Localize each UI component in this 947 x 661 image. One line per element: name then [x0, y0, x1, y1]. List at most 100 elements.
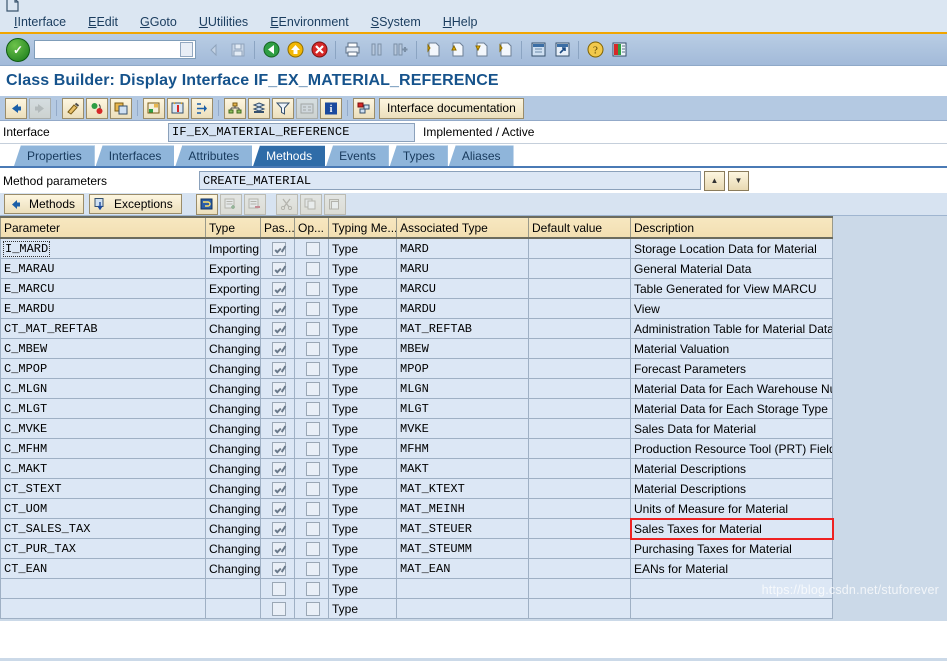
cell-typing-method[interactable]: Type [328, 258, 397, 279]
customize-layout-icon[interactable] [608, 39, 630, 60]
cell-default-value[interactable] [528, 438, 631, 459]
display-change-icon[interactable] [62, 97, 84, 119]
cell-associated-type[interactable]: MAKT [396, 458, 529, 479]
table-row[interactable]: CT_STEXT Changing Type MAT_KTEXT Material De… [0, 478, 833, 499]
cell-description[interactable]: Material Data for Each Storage Type [630, 398, 833, 419]
cell-default-value[interactable] [528, 358, 631, 379]
column-header-associated-type[interactable]: Associated Type [396, 216, 529, 239]
cell-description[interactable]: Administration Table for Material Data [630, 318, 833, 339]
cell-associated-type[interactable]: MARCU [396, 278, 529, 299]
cell-typing-method[interactable]: Type [328, 237, 397, 259]
cell-parameter[interactable]: C_MBEW [0, 338, 206, 359]
cell-parameter[interactable]: CT_MAT_REFTAB [0, 318, 206, 339]
cell-type[interactable]: Exporting [205, 278, 261, 299]
cell-description[interactable]: Sales Data for Material [630, 418, 833, 439]
cell-typing-method[interactable]: Type [328, 378, 397, 399]
checkbox-optional[interactable] [306, 501, 320, 516]
cell-type[interactable]: Exporting [205, 298, 261, 319]
cell-optional[interactable] [294, 237, 329, 259]
cell-typing-method[interactable]: Type [328, 338, 397, 359]
checkbox-pass-by-value[interactable] [272, 361, 286, 376]
cell-description[interactable]: Material Valuation [630, 338, 833, 359]
table-row[interactable]: E_MARAU Exporting Type MARU General Material… [0, 258, 833, 279]
cell-optional[interactable] [294, 318, 329, 339]
cell-description[interactable]: General Material Data [630, 258, 833, 279]
table-row[interactable]: C_MFHM Changing Type MFHM Production Resourc… [0, 438, 833, 459]
back-green-icon[interactable] [260, 39, 282, 60]
tab-events[interactable]: Events [326, 145, 389, 166]
checkbox-optional[interactable] [306, 361, 320, 376]
parameter-toggle-icon[interactable] [195, 193, 218, 215]
cell-typing-method[interactable]: Type [328, 278, 397, 299]
help-icon[interactable]: ? [584, 39, 606, 60]
checkbox-optional[interactable] [306, 301, 320, 316]
column-header-type[interactable]: Type [205, 216, 261, 239]
cell-default-value[interactable] [528, 318, 631, 339]
delete-row-icon[interactable] [243, 193, 266, 215]
next-page-icon[interactable] [470, 39, 492, 60]
table-row[interactable]: Type [0, 598, 833, 619]
cell-type[interactable]: Changing [205, 538, 261, 559]
cell-type[interactable]: Changing [205, 418, 261, 439]
cell-associated-type[interactable]: MAT_STEUER [396, 518, 529, 539]
cell-default-value[interactable] [528, 478, 631, 499]
tab-properties[interactable]: Properties [14, 145, 95, 166]
cell-optional[interactable] [294, 358, 329, 379]
cell-typing-method[interactable]: Type [328, 318, 397, 339]
cell-typing-method[interactable]: Type [328, 498, 397, 519]
checkbox-optional[interactable] [306, 521, 320, 536]
cell-associated-type[interactable]: MARU [396, 258, 529, 279]
cell-default-value[interactable] [528, 538, 631, 559]
cell-type[interactable]: Changing [205, 378, 261, 399]
find-next-icon[interactable] [389, 39, 411, 60]
cell-type[interactable]: Changing [205, 558, 261, 579]
tab-interfaces[interactable]: Interfaces [95, 145, 175, 166]
cell-typing-method[interactable]: Type [328, 458, 397, 479]
checkbox-optional[interactable] [306, 341, 320, 356]
cell-typing-method[interactable]: Type [328, 438, 397, 459]
cell-parameter[interactable]: E_MARAU [0, 258, 206, 279]
first-page-icon[interactable] [422, 39, 444, 60]
checkbox-pass-by-value[interactable] [272, 341, 286, 356]
table-row[interactable]: C_MPOP Changing Type MPOP Forecast Parameter… [0, 358, 833, 379]
checkbox-pass-by-value[interactable] [272, 401, 286, 416]
checkbox-pass-by-value[interactable] [272, 241, 286, 256]
cell-parameter[interactable]: CT_SALES_TAX [0, 518, 206, 539]
checkbox-optional[interactable] [306, 461, 320, 476]
cell-description[interactable] [630, 578, 833, 599]
cell-default-value[interactable] [528, 498, 631, 519]
cell-parameter[interactable]: E_MARDU [0, 298, 206, 319]
cell-description[interactable]: Purchasing Taxes for Material [630, 538, 833, 559]
cell-optional[interactable] [294, 258, 329, 279]
column-header-optional[interactable]: Op... [294, 216, 329, 239]
cell-optional[interactable] [294, 518, 329, 539]
checkbox-optional[interactable] [306, 421, 320, 436]
cell-pass-by-value[interactable] [260, 378, 295, 399]
checkbox-pass-by-value[interactable] [272, 521, 286, 536]
checkbox-optional[interactable] [306, 281, 320, 296]
insert-row-icon[interactable] [219, 193, 242, 215]
cell-typing-method[interactable]: Type [328, 598, 397, 619]
cell-optional[interactable] [294, 538, 329, 559]
cell-default-value[interactable] [528, 258, 631, 279]
paste-icon[interactable] [323, 193, 346, 215]
exit-yellow-icon[interactable] [284, 39, 306, 60]
checkbox-pass-by-value[interactable] [272, 601, 286, 616]
navigate-icon[interactable] [191, 97, 213, 119]
table-row[interactable]: I_MARD Importing Type MARD Storage Location … [0, 237, 833, 259]
cell-optional[interactable] [294, 578, 329, 599]
column-header-description[interactable]: Description [630, 216, 833, 239]
checkbox-pass-by-value[interactable] [272, 501, 286, 516]
cell-description[interactable]: Material Descriptions [630, 478, 833, 499]
cancel-red-icon[interactable] [308, 39, 330, 60]
checkbox-pass-by-value[interactable] [272, 541, 286, 556]
cell-pass-by-value[interactable] [260, 418, 295, 439]
find-icon[interactable] [365, 39, 387, 60]
checkbox-pass-by-value[interactable] [272, 261, 286, 276]
column-header-pass-by-value[interactable]: Pas... [260, 216, 295, 239]
scroll-up-button[interactable]: ▲ [704, 170, 725, 191]
tab-attributes[interactable]: Attributes [175, 145, 253, 166]
cell-associated-type[interactable]: MARDU [396, 298, 529, 319]
cell-pass-by-value[interactable] [260, 518, 295, 539]
cell-parameter[interactable]: E_MARCU [0, 278, 206, 299]
